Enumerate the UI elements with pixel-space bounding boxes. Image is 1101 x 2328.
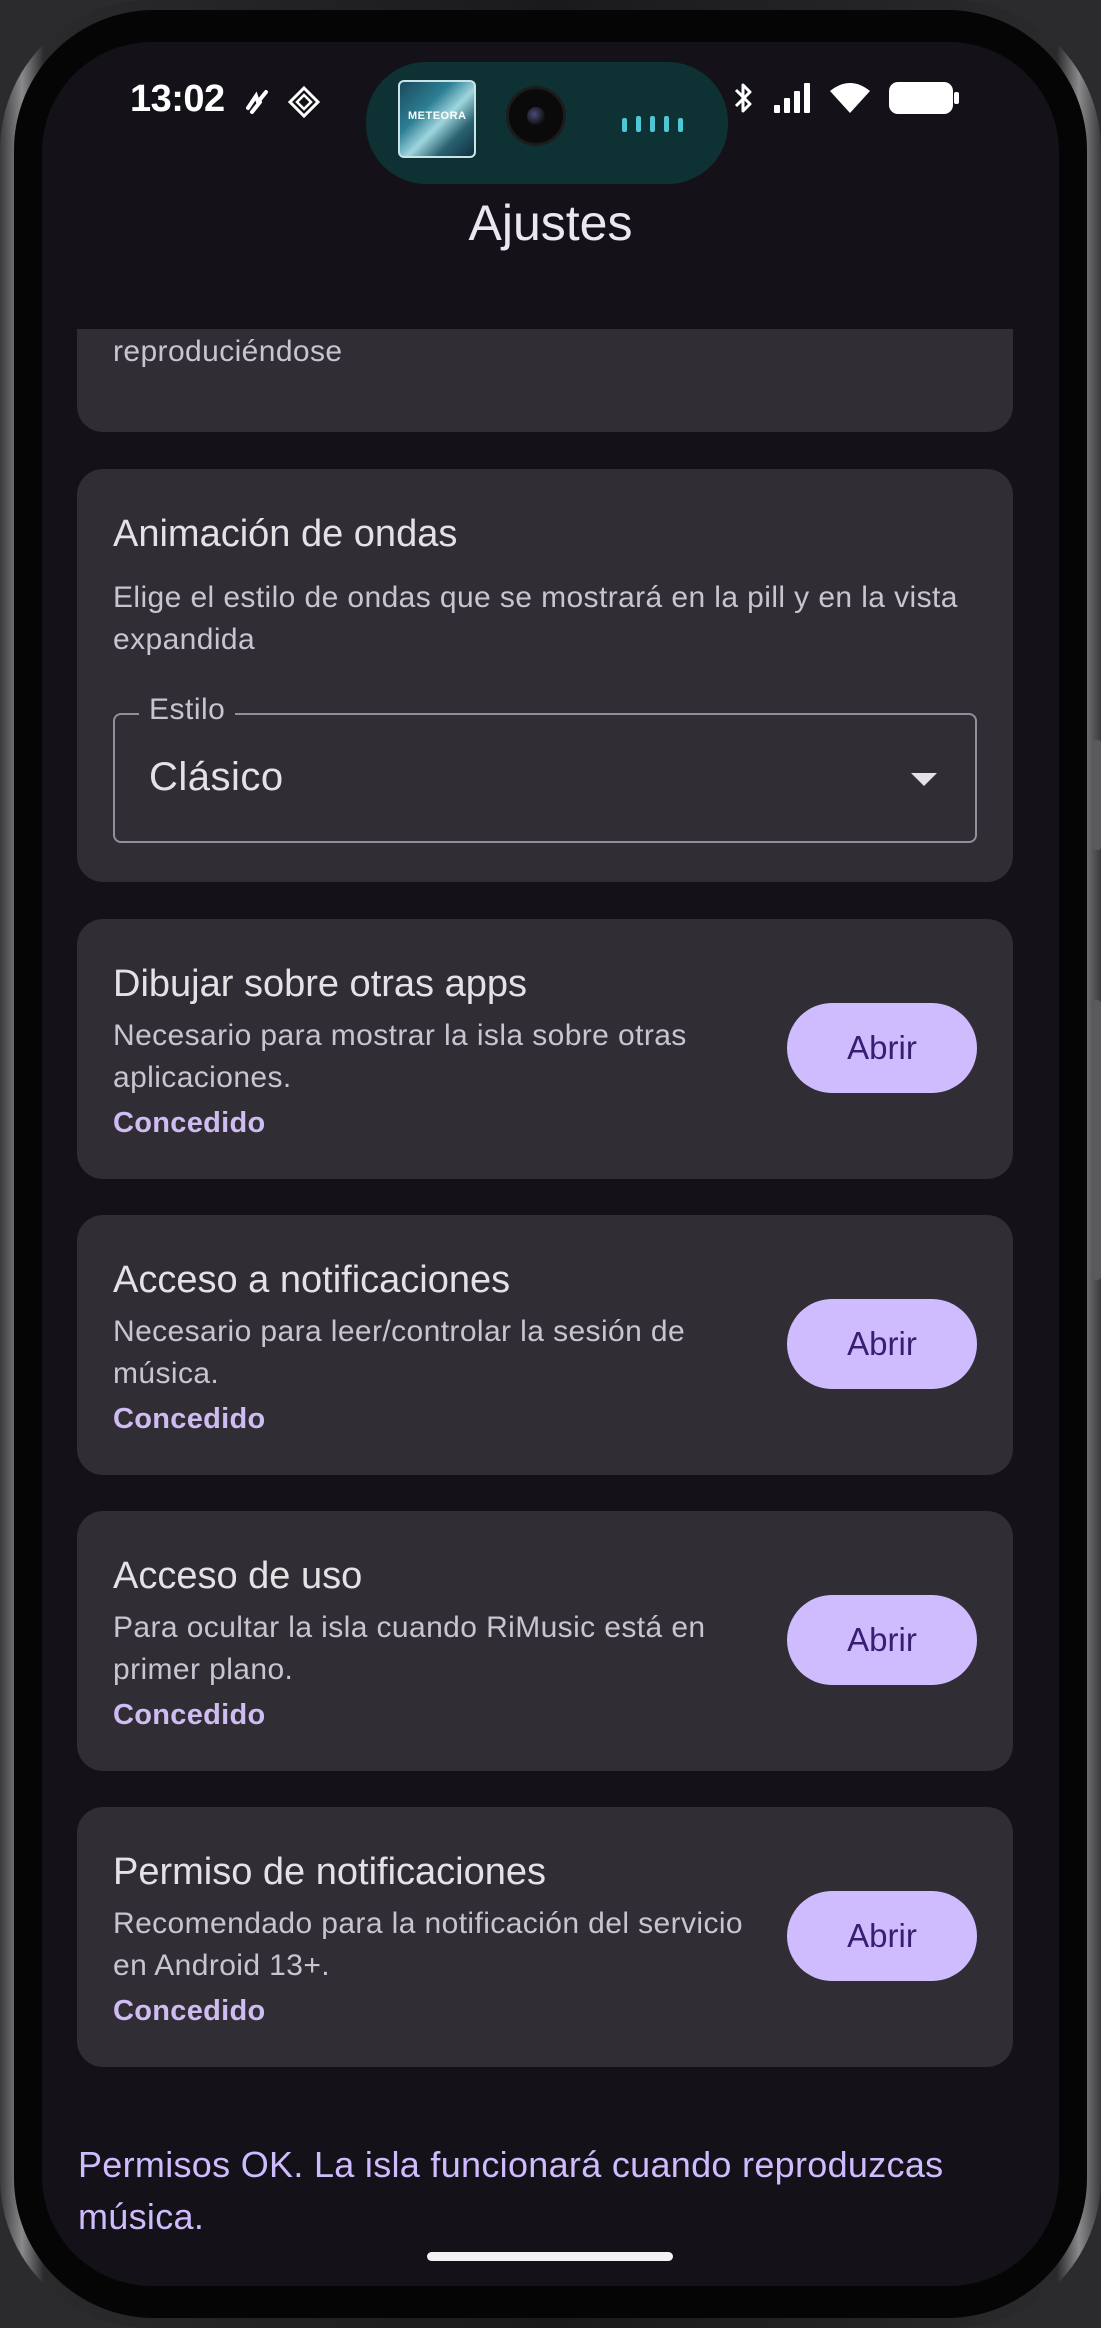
permission-title: Permiso de notificaciones [113, 1851, 546, 1893]
permission-status: Concedido [113, 1995, 266, 2027]
status-icons-right [732, 80, 960, 116]
permission-title: Acceso a notificaciones [113, 1259, 511, 1301]
permission-description: Necesario para mostrar la isla sobre otr… [113, 1019, 687, 1094]
permission-title: Dibujar sobre otras apps [113, 963, 527, 1005]
open-notification-access-button[interactable]: Abrir [787, 1299, 977, 1389]
dropdown-arrow-icon [911, 773, 937, 786]
wave-animation-title: Animación de ondas [113, 513, 458, 555]
permission-title: Acceso de uso [113, 1555, 363, 1597]
wave-style-value: Clásico [149, 755, 284, 799]
volume-button [1093, 1000, 1101, 1280]
diamond-app-icon [288, 86, 320, 118]
permission-status: Concedido [113, 1403, 266, 1435]
permission-description: Necesario para leer/controlar la sesión … [113, 1315, 686, 1390]
screen: 13:02 METEORA Ajustes reproduciéndose An… [42, 42, 1059, 2286]
permission-description: Para ocultar la isla cuando RiMusic está… [113, 1611, 706, 1686]
battery-icon [889, 82, 959, 114]
page-title: Ajustes [468, 195, 633, 251]
album-art-text: METEORA [408, 110, 467, 122]
show-island-card[interactable]: La isla se mostrará cuando haya música r… [77, 329, 1013, 432]
dynamic-island[interactable]: METEORA [366, 62, 728, 184]
front-camera [506, 86, 566, 146]
permission-card-notification-access: Acceso a notificaciones Necesario para l… [77, 1215, 1013, 1475]
permissions-status-message: Permisos OK. La isla funcionará cuando r… [78, 2144, 944, 2237]
wave-visualizer [622, 116, 683, 132]
activity-icon [246, 90, 268, 114]
album-art: METEORA [398, 80, 476, 158]
open-post-notifications-button[interactable]: Abrir [787, 1891, 977, 1981]
permission-description: Recomendado para la notificación del ser… [113, 1907, 744, 1982]
status-icons-left [244, 86, 320, 118]
home-indicator[interactable] [427, 2252, 673, 2261]
wave-style-select[interactable]: Estilo Clásico [113, 693, 977, 843]
permission-status: Concedido [113, 1699, 266, 1731]
bluetooth-icon [734, 83, 752, 113]
permission-card-post-notifications: Permiso de notificaciones Recomendado pa… [77, 1807, 1013, 2067]
permission-card-usage-access: Acceso de uso Para ocultar la isla cuand… [77, 1511, 1013, 1771]
permission-card-overlay: Dibujar sobre otras apps Necesario para … [77, 919, 1013, 1179]
wifi-icon [830, 83, 870, 113]
wave-animation-description: Elige el estilo de ondas que se mostrará… [113, 581, 958, 656]
open-usage-access-button[interactable]: Abrir [787, 1595, 977, 1685]
side-button [1093, 740, 1101, 850]
permission-status: Concedido [113, 1107, 266, 1139]
settings-list[interactable]: La isla se mostrará cuando haya música r… [42, 329, 1059, 2286]
show-island-description: La isla se mostrará cuando haya música r… [113, 335, 343, 368]
status-time: 13:02 [130, 78, 225, 120]
wave-animation-card: Animación de ondas Elige el estilo de on… [77, 469, 1013, 882]
wave-style-label: Estilo [139, 693, 236, 727]
open-overlay-permission-button[interactable]: Abrir [787, 1003, 977, 1093]
signal-icon [774, 83, 810, 113]
